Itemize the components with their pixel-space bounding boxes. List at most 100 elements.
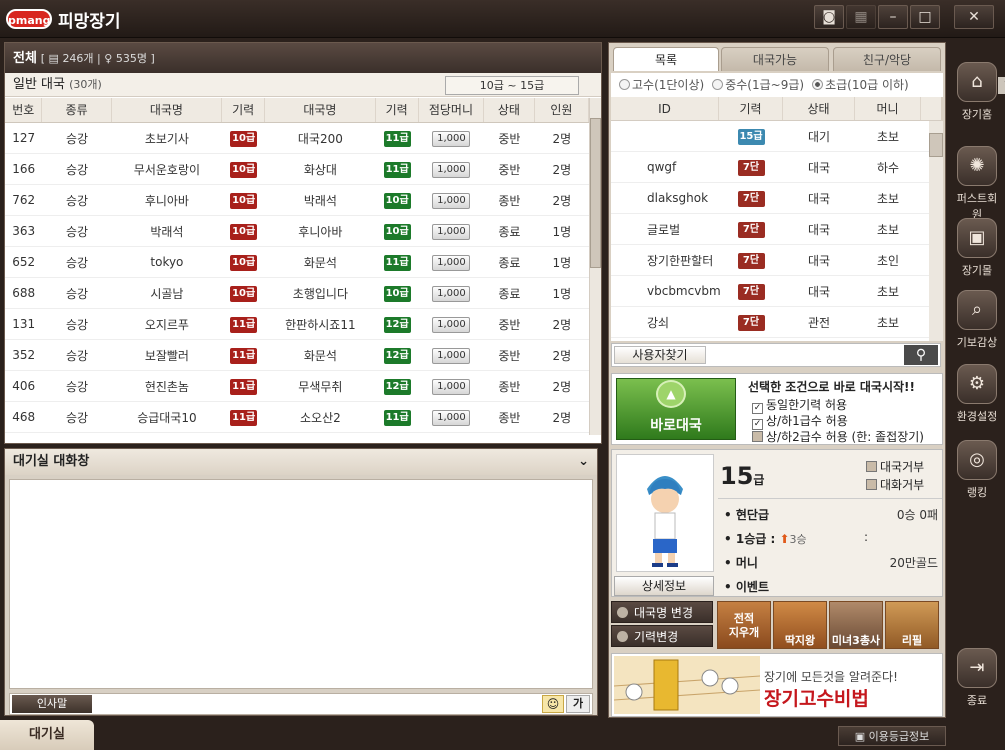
- user-row[interactable]: 강쇠 7단 관전 초보: [611, 307, 929, 338]
- beauty-trio-button[interactable]: 미녀3총사: [829, 601, 883, 649]
- greeting-button[interactable]: 인사말: [12, 695, 92, 713]
- detail-info-button[interactable]: 상세정보: [614, 576, 714, 596]
- side-menu-item[interactable]: ▣ 장기몰: [954, 218, 1000, 278]
- table-row[interactable]: 406 승강 현진촌놈 11급 무색무취 12급 1,000 종반 2명: [5, 371, 589, 402]
- radio-button[interactable]: [619, 79, 630, 90]
- table-row[interactable]: 131 승강 오지르푸 11급 한판하시죠11 12급 1,000 중반 2명: [5, 309, 589, 340]
- user-list-scrollbar[interactable]: [929, 121, 943, 341]
- user-search-label[interactable]: 사용자찾기: [614, 346, 706, 364]
- user-row[interactable]: vbcbmcvbm 7단 대국 초보: [611, 276, 929, 307]
- skill-filter-2[interactable]: 초급(10급 이하): [812, 78, 909, 92]
- table-row[interactable]: 127 승강 초보기사 10급 대국200 11급 1,000 중반 2명: [5, 123, 589, 154]
- close-icon[interactable]: ✕: [954, 5, 994, 29]
- money-button[interactable]: 1,000: [432, 223, 471, 240]
- side-menu-item[interactable]: ⇥ 종료: [954, 648, 1000, 708]
- tab-friends[interactable]: 친구/악당: [833, 47, 941, 71]
- checkbox[interactable]: [866, 479, 877, 490]
- search-icon[interactable]: ⚲: [904, 345, 938, 365]
- column-header[interactable]: ID: [611, 97, 719, 120]
- tab-list[interactable]: 목록: [613, 47, 719, 71]
- grid-icon[interactable]: ▦: [846, 5, 876, 29]
- gift-icon[interactable]: ▣: [957, 218, 997, 258]
- play-icon: ▲: [656, 380, 686, 408]
- event-label[interactable]: 이벤트: [736, 580, 769, 594]
- checkbox[interactable]: [866, 461, 877, 472]
- money-button[interactable]: 1,000: [432, 316, 471, 333]
- user-row[interactable]: 글로벌 7단 대국 초보: [611, 214, 929, 245]
- font-button[interactable]: 가: [566, 695, 590, 713]
- column-header[interactable]: 대국명: [265, 98, 376, 122]
- table-row[interactable]: 762 승강 후니아바 10급 박래석 10급 1,000 종반 2명: [5, 185, 589, 216]
- fan-icon[interactable]: ✺: [957, 146, 997, 186]
- column-header[interactable]: 점당머니: [419, 98, 485, 122]
- side-menu-item[interactable]: ◎ 랭킹: [954, 440, 1000, 500]
- radio-button[interactable]: [812, 79, 824, 90]
- column-header[interactable]: 대국명: [112, 98, 223, 122]
- money-button[interactable]: 1,000: [432, 347, 471, 364]
- side-menu-item[interactable]: ⌕ 기보감상: [954, 290, 1000, 350]
- table-row[interactable]: 166 승강 무서운호랑이 10급 화상대 11급 1,000 중반 2명: [5, 154, 589, 185]
- change-grade-button[interactable]: 기력변경: [611, 625, 713, 647]
- column-header[interactable]: 기력: [222, 98, 266, 122]
- tab-available[interactable]: 대국가능: [721, 47, 829, 71]
- column-header[interactable]: 상태: [484, 98, 535, 122]
- table-row[interactable]: 652 승강 tokyo 10급 화문석 11급 1,000 종료 1명: [5, 247, 589, 278]
- table-row[interactable]: 352 승강 보잘빨러 11급 화문석 12급 1,000 중반 2명: [5, 340, 589, 371]
- money-button[interactable]: 1,000: [432, 285, 471, 302]
- minimize-icon[interactable]: –: [878, 5, 908, 29]
- home-icon[interactable]: ⌂: [957, 62, 997, 102]
- column-header[interactable]: 종류: [42, 98, 112, 122]
- money-button[interactable]: 1,000: [432, 378, 471, 395]
- user-row[interactable]: qwgf 7단 대국 하수: [611, 152, 929, 183]
- column-header[interactable]: 기력: [719, 97, 783, 120]
- skill-filter-0[interactable]: 고수(1단이상): [619, 78, 704, 92]
- exit-icon[interactable]: ⇥: [957, 648, 997, 688]
- maximize-icon[interactable]: □: [910, 5, 940, 29]
- side-menu-item[interactable]: ⚙ 환경설정: [954, 364, 1000, 424]
- column-header[interactable]: 번호: [5, 98, 43, 122]
- ddakji-button[interactable]: 딱지왕: [773, 601, 827, 649]
- column-header[interactable]: 상태: [783, 97, 855, 120]
- money-button[interactable]: 1,000: [432, 192, 471, 209]
- money-button[interactable]: 1,000: [432, 254, 471, 271]
- refill-button[interactable]: 리필: [885, 601, 939, 649]
- user-row[interactable]: 15급 대기 초보: [611, 121, 929, 152]
- skill-filter-1[interactable]: 중수(1급~9급): [712, 78, 804, 92]
- column-header[interactable]: 인원: [535, 98, 590, 122]
- side-menu-item[interactable]: ⌂ 장기홈: [954, 62, 1000, 122]
- refuse-game-toggle[interactable]: 대국거부: [866, 458, 924, 475]
- side-menu-item[interactable]: ✺ 퍼스트회원: [954, 146, 1000, 222]
- collapse-icon[interactable]: ⌄: [578, 449, 589, 475]
- checkbox[interactable]: [752, 431, 763, 442]
- settings-icon[interactable]: ⚙: [957, 364, 997, 404]
- refuse-chat-toggle[interactable]: 대화거부: [866, 476, 924, 493]
- user-row[interactable]: 장기한판할터 7단 대국 초인: [611, 245, 929, 276]
- chat-input-bar[interactable]: 인사말 ☺ 가: [9, 693, 593, 715]
- table-cell: 12급: [376, 316, 419, 333]
- scrollbar-thumb[interactable]: [590, 118, 601, 268]
- money-button[interactable]: 1,000: [432, 161, 471, 178]
- ranking-icon[interactable]: ◎: [957, 440, 997, 480]
- radio-button[interactable]: [712, 79, 724, 90]
- table-row[interactable]: 468 승강 승급대국10 11급 소오산2 11급 1,000 종반 2명: [5, 402, 589, 433]
- user-row[interactable]: dlaksghok 7단 대국 초보: [611, 183, 929, 214]
- grade-info-button[interactable]: ▣ 이용등급정보: [838, 726, 946, 746]
- review-icon[interactable]: ⌕: [957, 290, 997, 330]
- table-row[interactable]: 688 승강 시골남 10급 초행입니다 10급 1,000 종료 1명: [5, 278, 589, 309]
- money-button[interactable]: 1,000: [432, 409, 471, 426]
- table-row[interactable]: 363 승강 박래석 10급 후니아바 10급 1,000 종료 1명: [5, 216, 589, 247]
- emoji-icon[interactable]: ☺: [542, 695, 564, 713]
- filter-label[interactable]: 전체: [13, 51, 37, 66]
- grade-range-select[interactable]: 10급 ~ 15급 ▼: [445, 76, 1005, 95]
- rename-game-button[interactable]: 대국명 변경: [611, 601, 713, 623]
- column-header[interactable]: 기력: [376, 98, 419, 122]
- scrollbar-thumb[interactable]: [929, 133, 943, 157]
- lobby-tab[interactable]: 대기실: [0, 720, 94, 750]
- record-eraser-button[interactable]: 전적 지우개: [717, 601, 771, 649]
- room-list-scrollbar[interactable]: [589, 98, 601, 435]
- money-button[interactable]: 1,000: [432, 130, 471, 147]
- column-header[interactable]: 머니: [855, 97, 921, 120]
- camera-icon[interactable]: ◙: [814, 5, 844, 29]
- ad-banner[interactable]: 장기에 모든것을 알려준다! 장기고수비법: [611, 653, 943, 717]
- quick-option-2[interactable]: 상/하2급수 허용 (한: 졸접장기): [752, 428, 924, 445]
